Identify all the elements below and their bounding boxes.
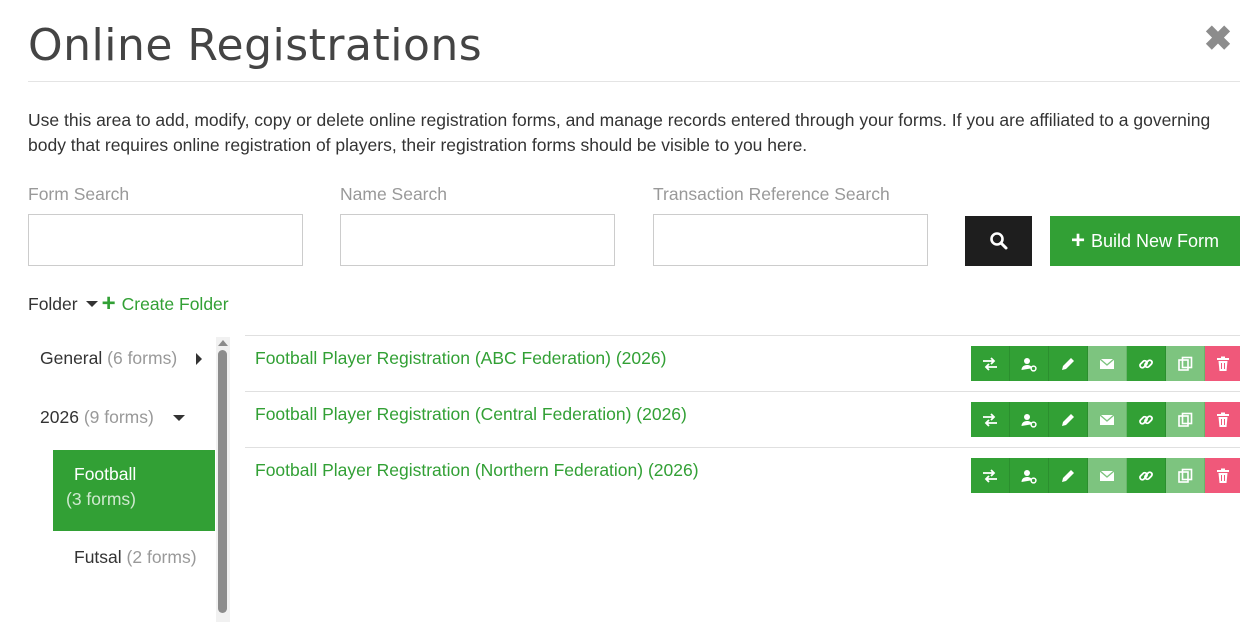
scroll-up-icon[interactable] [218, 340, 228, 346]
form-search-input[interactable] [28, 214, 303, 266]
transaction-search-label: Transaction Reference Search [653, 184, 890, 204]
email-icon [1098, 355, 1116, 373]
link-icon [1137, 411, 1155, 429]
folder-item-football[interactable]: Football (3 forms) [53, 450, 215, 531]
form-row: Football Player Registration (ABC Federa… [245, 335, 1240, 391]
folder-dropdown[interactable]: Folder [28, 294, 78, 315]
delete-form-button[interactable] [1205, 346, 1240, 381]
user-settings-icon [1020, 467, 1038, 485]
form-link[interactable]: Football Player Registration (ABC Federa… [255, 348, 666, 369]
delete-form-button[interactable] [1205, 458, 1240, 493]
trash-icon [1214, 355, 1232, 373]
folder-item-general[interactable]: General (6 forms) [40, 348, 203, 369]
delete-form-button[interactable] [1205, 402, 1240, 437]
plus-icon: + [1070, 227, 1085, 254]
form-search-label: Form Search [28, 184, 130, 204]
edit-form-button[interactable] [1049, 402, 1088, 437]
manage-users-button[interactable] [1010, 458, 1049, 493]
edit-icon [1059, 355, 1077, 373]
edit-icon [1059, 467, 1077, 485]
manage-users-button[interactable] [1010, 346, 1049, 381]
email-button[interactable] [1088, 402, 1127, 437]
folder-toolbar: Folder + Create Folder [28, 292, 229, 316]
link-icon [1137, 467, 1155, 485]
caret-down-icon[interactable] [172, 415, 185, 422]
form-link[interactable]: Football Player Registration (Northern F… [255, 460, 699, 481]
link-icon [1137, 355, 1155, 373]
folder-count: (9 forms) [83, 407, 154, 427]
form-actions [971, 458, 1240, 493]
transfer-icon [981, 355, 999, 373]
trash-icon [1214, 467, 1232, 485]
copy-link-button[interactable] [1127, 402, 1166, 437]
duplicate-form-button[interactable] [1166, 346, 1205, 381]
name-search-label: Name Search [340, 184, 447, 204]
email-icon [1098, 467, 1116, 485]
duplicate-form-button[interactable] [1166, 458, 1205, 493]
scrollbar-thumb[interactable] [218, 350, 227, 613]
search-icon [989, 232, 1007, 250]
email-button[interactable] [1088, 458, 1127, 493]
caret-down-icon[interactable] [85, 301, 98, 307]
intro-text: Use this area to add, modify, copy or de… [28, 110, 1211, 155]
folder-name: Football [74, 464, 137, 484]
search-button[interactable] [965, 216, 1032, 266]
form-row: Football Player Registration (Northern F… [245, 447, 1240, 503]
create-folder-link[interactable]: Create Folder [122, 294, 229, 315]
user-settings-icon [1020, 355, 1038, 373]
user-settings-icon [1020, 411, 1038, 429]
edit-form-button[interactable] [1049, 458, 1088, 493]
caret-right-icon[interactable] [196, 353, 203, 366]
form-actions [971, 346, 1240, 381]
folder-name: General [40, 348, 103, 368]
plus-icon[interactable]: + [102, 292, 116, 316]
copy-link-button[interactable] [1127, 346, 1166, 381]
copy-link-button[interactable] [1127, 458, 1166, 493]
folder-count: (2 forms) [126, 547, 197, 567]
page-title: Online Registrations [28, 20, 483, 71]
name-search-input[interactable] [340, 214, 615, 266]
form-link[interactable]: Football Player Registration (Central Fe… [255, 404, 687, 425]
form-actions [971, 402, 1240, 437]
transfer-button[interactable] [971, 346, 1010, 381]
edit-form-button[interactable] [1049, 346, 1088, 381]
build-new-form-button[interactable]: + Build New Form [1050, 216, 1240, 266]
folder-count: (6 forms) [107, 348, 178, 368]
manage-users-button[interactable] [1010, 402, 1049, 437]
transfer-button[interactable] [971, 458, 1010, 493]
folder-count: (3 forms) [66, 489, 136, 509]
close-icon[interactable]: ✖ [1202, 22, 1234, 56]
form-row: Football Player Registration (Central Fe… [245, 391, 1240, 447]
edit-icon [1059, 411, 1077, 429]
transfer-icon [981, 411, 999, 429]
transaction-search-input[interactable] [653, 214, 928, 266]
email-icon [1098, 411, 1116, 429]
trash-icon [1214, 411, 1232, 429]
folder-item-2026[interactable]: 2026 (9 forms) [40, 407, 185, 428]
transfer-button[interactable] [971, 402, 1010, 437]
copy-icon [1176, 355, 1194, 373]
transfer-icon [981, 467, 999, 485]
duplicate-form-button[interactable] [1166, 402, 1205, 437]
header-divider [28, 81, 1240, 82]
email-button[interactable] [1088, 346, 1127, 381]
folder-item-futsal[interactable]: Futsal (2 forms) [74, 547, 197, 568]
folder-name: 2026 [40, 407, 79, 427]
build-new-form-label: Build New Form [1090, 230, 1220, 251]
copy-icon [1176, 411, 1194, 429]
copy-icon [1176, 467, 1194, 485]
folder-name: Futsal [74, 547, 122, 567]
